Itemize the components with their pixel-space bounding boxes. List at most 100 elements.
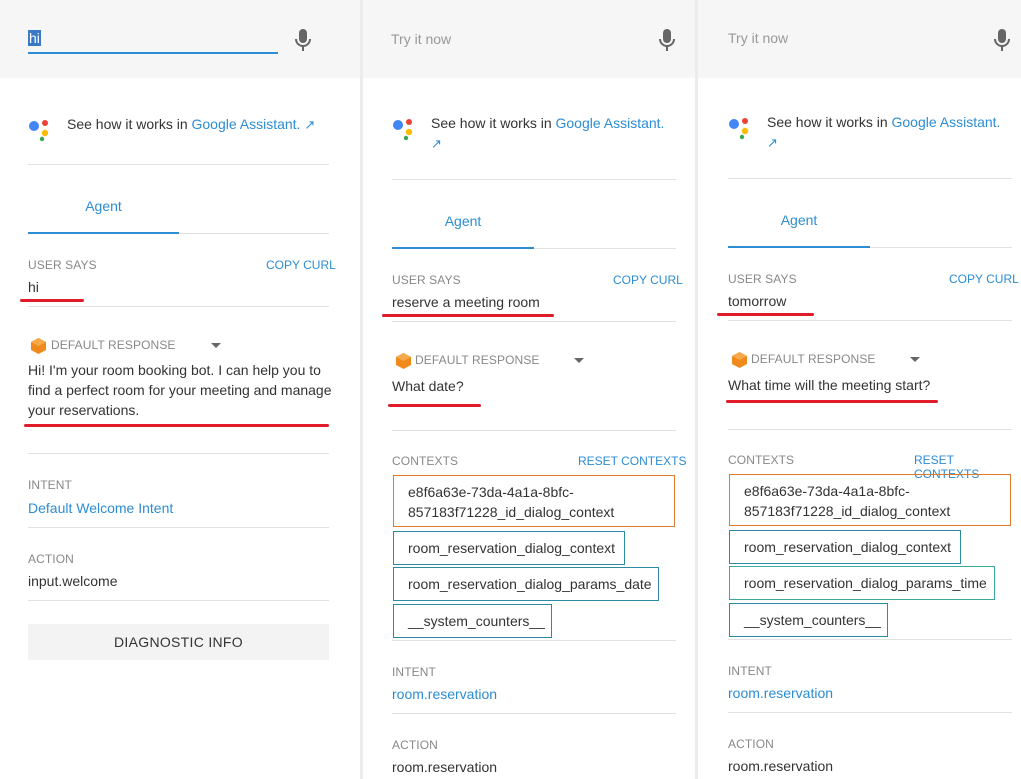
try-it-bar: Try it now — [698, 0, 1021, 78]
default-response-label: DEFAULT RESPONSE — [415, 353, 540, 367]
context-chip[interactable]: e8f6a63e-73da-4a1a-8bfc-857183f71228_id_… — [393, 475, 675, 527]
action-value: room.reservation — [392, 759, 498, 775]
annotation-underline — [388, 404, 481, 407]
chevron-down-icon[interactable] — [211, 343, 221, 348]
google-assistant-link[interactable]: Google Assistant. — [892, 114, 1001, 130]
divider — [870, 247, 1012, 248]
default-response-label: DEFAULT RESPONSE — [51, 338, 176, 352]
context-chip[interactable]: __system_counters__ — [393, 604, 552, 638]
action-label: ACTION — [728, 737, 774, 751]
divider — [392, 321, 676, 322]
microphone-icon[interactable] — [993, 28, 1011, 52]
default-response-label: DEFAULT RESPONSE — [751, 352, 876, 366]
tab-agent-indicator — [392, 247, 534, 249]
tab-agent[interactable]: Agent — [392, 213, 534, 229]
annotation-underline — [717, 313, 814, 316]
divider — [28, 306, 329, 307]
divider — [392, 713, 676, 714]
divider — [392, 640, 676, 641]
default-response-text: What date? — [392, 378, 464, 394]
google-assistant-text: See how it works in Google Assistant. ↗ — [767, 114, 1001, 150]
microphone-icon[interactable] — [294, 28, 312, 52]
try-it-bar: hi — [0, 0, 360, 78]
contexts-label: CONTEXTS — [392, 454, 459, 468]
user-says-value: hi — [28, 279, 39, 295]
user-says-label: USER SAYS — [728, 272, 797, 286]
intent-label: INTENT — [728, 664, 772, 678]
diagnostic-info-button[interactable]: DIAGNOSTIC INFO — [28, 624, 329, 660]
divider — [28, 527, 329, 528]
intent-label: INTENT — [28, 478, 72, 492]
divider — [179, 233, 329, 234]
context-chip[interactable]: room_reservation_dialog_context — [729, 530, 961, 564]
divider — [728, 178, 1012, 179]
divider — [28, 164, 329, 165]
annotation-underline — [726, 400, 938, 403]
copy-curl-button[interactable]: COPY CURL — [266, 258, 336, 272]
annotation-underline — [382, 314, 554, 317]
intent-link[interactable]: Default Welcome Intent — [28, 498, 173, 518]
action-value: input.welcome — [28, 573, 118, 589]
google-assistant-text: See how it works in Google Assistant. ↗ — [67, 116, 316, 132]
divider — [28, 453, 329, 454]
user-says-label: USER SAYS — [392, 273, 461, 287]
context-chip[interactable]: __system_counters__ — [729, 603, 888, 637]
default-response-icon — [31, 338, 46, 354]
tab-agent-indicator — [728, 246, 870, 248]
copy-curl-button[interactable]: COPY CURL — [949, 272, 1019, 286]
context-chip[interactable]: room_reservation_dialog_params_date — [393, 567, 659, 601]
contexts-label: CONTEXTS — [728, 453, 795, 467]
reset-contexts-button[interactable]: RESET CONTEXTS — [578, 454, 686, 468]
microphone-icon[interactable] — [658, 28, 676, 52]
tab-agent[interactable]: Agent — [728, 212, 870, 228]
copy-curl-button[interactable]: COPY CURL — [613, 273, 683, 287]
intent-label: INTENT — [392, 665, 436, 679]
default-response-text: What time will the meeting start? — [728, 377, 931, 393]
chevron-down-icon[interactable] — [574, 358, 584, 363]
try-it-bar: Try it now — [363, 0, 695, 78]
google-assistant-link[interactable]: Google Assistant. — [192, 116, 301, 132]
external-link-icon[interactable]: ↗ — [431, 136, 442, 151]
try-it-input[interactable]: Try it now — [391, 31, 641, 47]
divider — [728, 639, 1012, 640]
action-label: ACTION — [28, 552, 74, 566]
divider — [728, 712, 1012, 713]
divider — [392, 179, 676, 180]
divider — [534, 248, 676, 249]
context-chip[interactable]: e8f6a63e-73da-4a1a-8bfc-857183f71228_id_… — [729, 474, 1011, 526]
console-panel-3: Try it now See how it works in Google As… — [698, 0, 1021, 779]
default-response-icon — [396, 353, 411, 369]
try-it-input[interactable]: hi — [28, 30, 278, 54]
default-response-text: Hi! I'm your room booking bot. I can hel… — [28, 362, 332, 418]
google-assistant-text: See how it works in Google Assistant. ↗ — [431, 115, 665, 151]
annotation-underline — [20, 299, 84, 302]
external-link-icon[interactable]: ↗ — [304, 117, 315, 132]
google-assistant-link[interactable]: Google Assistant. — [556, 115, 665, 131]
external-link-icon[interactable]: ↗ — [767, 135, 778, 150]
chevron-down-icon[interactable] — [910, 357, 920, 362]
google-assistant-row: See how it works in Google Assistant. ↗ — [392, 113, 682, 157]
divider — [728, 320, 1012, 321]
google-assistant-icon — [729, 118, 749, 140]
user-says-value: reserve a meeting room — [392, 294, 540, 310]
intent-link[interactable]: room.reservation — [728, 683, 833, 703]
try-it-input[interactable]: Try it now — [728, 30, 978, 46]
tab-agent-indicator — [28, 232, 179, 234]
context-chip[interactable]: room_reservation_dialog_params_time — [729, 566, 995, 600]
console-panel-1: hi See how it works in Google Assistant.… — [0, 0, 360, 779]
user-says-value: tomorrow — [728, 293, 787, 309]
intent-link[interactable]: room.reservation — [392, 684, 497, 704]
google-assistant-icon — [393, 119, 413, 141]
action-label: ACTION — [392, 738, 438, 752]
google-assistant-row: See how it works in Google Assistant. ↗ — [28, 114, 348, 142]
google-assistant-icon — [29, 120, 49, 142]
user-says-label: USER SAYS — [28, 258, 97, 272]
annotation-underline — [24, 424, 329, 427]
console-panel-2: Try it now See how it works in Google As… — [363, 0, 695, 779]
action-value: room.reservation — [728, 758, 834, 774]
tab-agent[interactable]: Agent — [28, 198, 179, 214]
divider — [28, 600, 329, 601]
divider — [728, 429, 1012, 430]
divider — [392, 430, 676, 431]
context-chip[interactable]: room_reservation_dialog_context — [393, 531, 625, 565]
